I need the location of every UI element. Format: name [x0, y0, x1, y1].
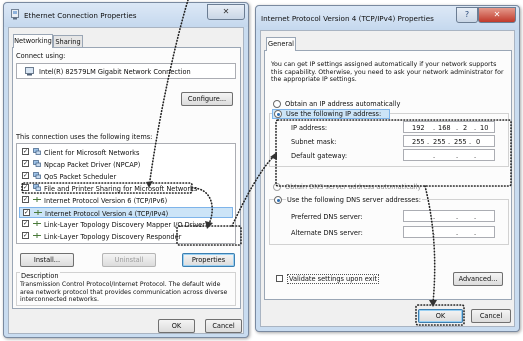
list-item-label: Link-Layer Topology Discovery Mapper I/O… [44, 221, 205, 229]
advanced-button[interactable]: Advanced... [453, 272, 503, 286]
list-item-label: Internet Protocol Version 4 (TCP/IPv4) [45, 210, 169, 218]
protocol-icon [34, 210, 42, 215]
network-client-icon [33, 184, 41, 191]
radio-manual-ip[interactable] [274, 110, 282, 118]
network-client-icon [33, 148, 41, 155]
networking-panel: Connect using: Intel(R) 82579LM Gigabit … [12, 47, 241, 309]
close-icon: ✕ [222, 7, 230, 16]
alternate-dns-field[interactable]: . . . [403, 226, 495, 238]
install-button[interactable]: Install... [20, 253, 74, 267]
list-item[interactable]: ✓ File and Printer Sharing for Microsoft … [19, 183, 233, 194]
help-button[interactable]: ? [456, 7, 478, 23]
description-title: Description [20, 272, 60, 280]
network-client-icon [33, 172, 41, 179]
preferred-dns-label: Preferred DNS server: [291, 213, 363, 221]
list-item[interactable]: ✓ Npcap Packet Driver (NPCAP) [19, 159, 233, 170]
ethernet-close-button[interactable]: ✕ [207, 4, 245, 20]
close-icon: ✕ [493, 10, 501, 19]
subnet-mask-label: Subnet mask: [291, 138, 337, 146]
list-item[interactable]: ✓ Link-Layer Topology Discovery Responder [19, 231, 233, 242]
list-item-label: Internet Protocol Version 6 (TCP/IPv6) [44, 197, 168, 205]
item-checkbox[interactable]: ✓ [22, 172, 29, 179]
network-adapter-icon [11, 9, 19, 20]
ethernet-properties-title: Ethernet Connection Properties [24, 11, 137, 20]
list-item[interactable]: ✓ Internet Protocol Version 6 (TCP/IPv6) [19, 195, 233, 206]
radio-auto-dns[interactable] [273, 183, 281, 191]
list-item-label: File and Printer Sharing for Microsoft N… [44, 185, 198, 193]
radio-manual-ip-label[interactable]: Use the following IP address: [286, 110, 381, 118]
item-checkbox[interactable]: ✓ [22, 220, 29, 227]
description-group: Description Transmission Control Protoco… [16, 272, 236, 306]
manual-ip-group: Use the following IP address: IP address… [269, 109, 509, 167]
alternate-dns-label: Alternate DNS server: [291, 229, 363, 237]
item-checkbox[interactable]: ✓ [22, 196, 29, 203]
protocol-icon [33, 233, 41, 238]
items-list: ✓ Client for Microsoft Networks ✓ Npcap Pac… [16, 143, 236, 244]
default-gateway-label: Default gateway: [291, 152, 348, 160]
items-label: This connection uses the following items… [16, 133, 153, 141]
list-item[interactable]: ✓ Client for Microsoft Networks [19, 147, 233, 158]
network-client-icon [33, 160, 41, 167]
ethernet-properties-body: Networking Sharing Connect using: Intel(… [8, 27, 244, 334]
radio-manual-dns-label[interactable]: Use the following DNS server addresses: [286, 196, 422, 204]
ipv4-properties-title: Internet Protocol Version 4 (TCP/IPv4) P… [261, 14, 434, 23]
validate-label[interactable]: Validate settings upon exit [287, 274, 379, 284]
list-item[interactable]: ✓ Link-Layer Topology Discovery Mapper I/… [19, 219, 233, 230]
uninstall-button[interactable]: Uninstall [102, 253, 156, 267]
ipv4-cancel-button[interactable]: Cancel [471, 309, 511, 323]
general-panel: You can get IP settings assigned automat… [264, 50, 512, 300]
tab-networking[interactable]: Networking [13, 34, 53, 48]
adapter-field: Intel(R) 82579LM Gigabit Network Connect… [16, 63, 236, 79]
ethernet-properties-window: Ethernet Connection Properties ✕ Network… [3, 2, 249, 338]
list-item-label: QoS Packet Scheduler [44, 173, 117, 181]
ipv4-properties-body: General You can get IP settings assigned… [260, 30, 515, 327]
item-checkbox[interactable]: ✓ [22, 232, 29, 239]
list-item-label: Npcap Packet Driver (NPCAP) [44, 161, 141, 169]
radio-auto-ip-label[interactable]: Obtain an IP address automatically [285, 100, 400, 108]
connect-using-label: Connect using: [16, 52, 66, 60]
list-item-label: Link-Layer Topology Discovery Responder [44, 233, 182, 241]
ip-address-field[interactable]: 192 . 168 . 2 . 10 [403, 121, 495, 133]
ethernet-ok-button[interactable]: OK [158, 319, 195, 333]
item-checkbox[interactable]: ✓ [22, 184, 29, 191]
default-gateway-field[interactable]: . . . [403, 149, 495, 161]
list-item[interactable]: ✓ Internet Protocol Version 4 (TCP/IPv4) [19, 207, 233, 218]
radio-auto-dns-label[interactable]: Obtain DNS server address automatically [285, 183, 421, 191]
ipv4-close-button[interactable]: ✕ [478, 7, 516, 23]
protocol-icon [33, 221, 41, 226]
ipv4-ok-button[interactable]: OK [418, 309, 463, 323]
ethernet-properties-titlebar[interactable]: Ethernet Connection Properties ✕ [4, 3, 248, 27]
preferred-dns-field[interactable]: . . . [403, 210, 495, 222]
ip-address-label: IP address: [291, 124, 328, 132]
description-text: Transmission Control Protocol/Internet P… [20, 281, 228, 303]
list-item[interactable]: ✓ QoS Packet Scheduler [19, 171, 233, 182]
help-icon: ? [464, 10, 470, 19]
ipv4-properties-window: Internet Protocol Version 4 (TCP/IPv4) P… [255, 5, 520, 332]
network-adapter-icon [25, 67, 34, 76]
item-checkbox[interactable]: ✓ [22, 160, 29, 167]
protocol-icon [33, 197, 41, 202]
adapter-name: Intel(R) 82579LM Gigabit Network Connect… [39, 68, 191, 76]
radio-manual-dns[interactable] [274, 196, 282, 204]
configure-button[interactable]: Configure... [181, 92, 233, 106]
ipv4-properties-titlebar[interactable]: Internet Protocol Version 4 (TCP/IPv4) P… [256, 6, 519, 30]
intro-text: You can get IP settings assigned automat… [271, 61, 504, 84]
manual-dns-group: Use the following DNS server addresses: … [269, 196, 509, 245]
tab-general[interactable]: General [266, 37, 296, 51]
item-checkbox[interactable]: ✓ [23, 209, 30, 216]
subnet-mask-field[interactable]: 255 . 255 . 255 . 0 [403, 135, 495, 147]
radio-auto-ip[interactable] [273, 100, 281, 108]
ethernet-cancel-button[interactable]: Cancel [205, 319, 242, 333]
validate-checkbox[interactable] [276, 275, 283, 282]
list-item-label: Client for Microsoft Networks [44, 149, 140, 157]
item-checkbox[interactable]: ✓ [22, 148, 29, 155]
properties-button[interactable]: Properties [182, 253, 235, 267]
